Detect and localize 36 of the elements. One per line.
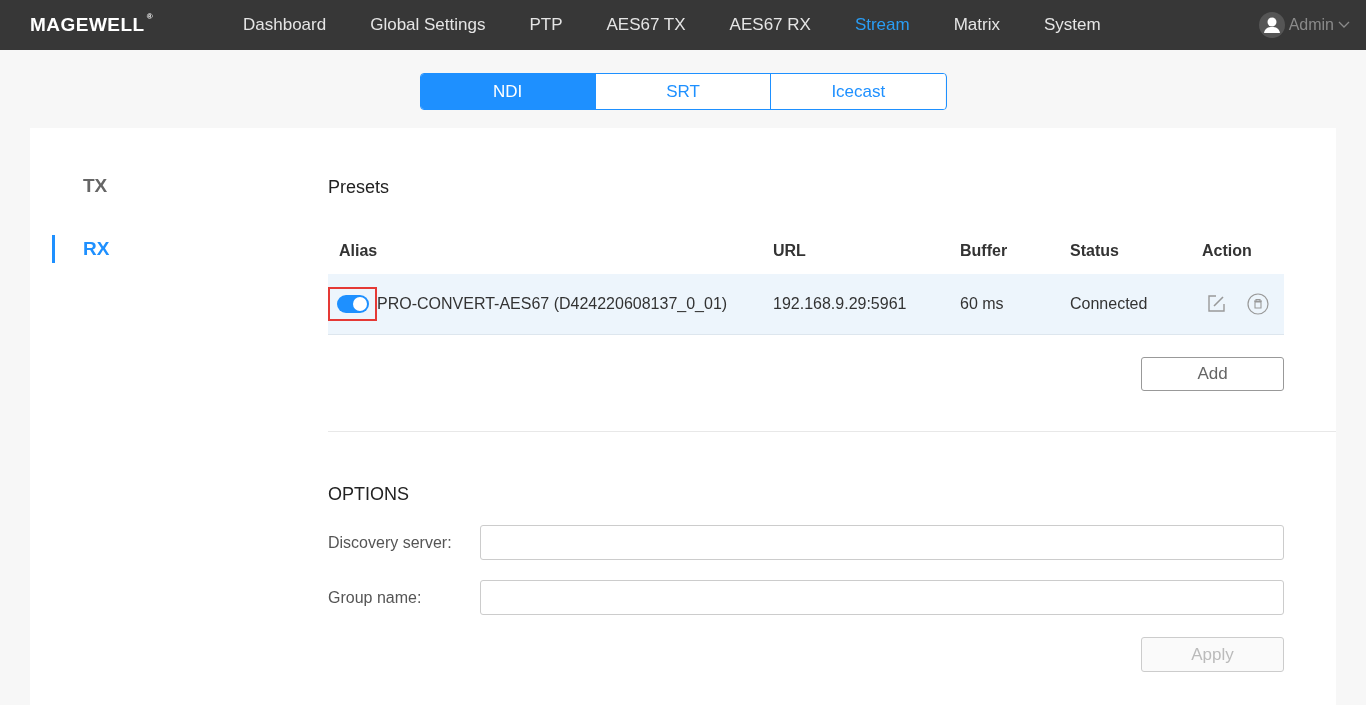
nav-link[interactable]: Global Settings [370,12,486,38]
field-label: Discovery server: [328,532,453,553]
table-cell-text: PRO-CONVERT-AES67 (D424220608137_0_01) [377,294,728,314]
nav-link[interactable]: AES67 RX [729,12,811,38]
section-title: Presets [328,176,391,199]
column-header: Action [1202,241,1253,261]
nav-link[interactable]: System [1043,12,1101,38]
table-cell-text: 60 ms [960,294,1005,314]
tab[interactable]: NDI [420,74,595,109]
input-field[interactable] [480,580,1284,615]
table-cell-text: 192.168.9.29:5961 [773,294,908,314]
tab[interactable]: SRT [594,74,771,109]
nav-link[interactable]: AES67 TX [606,12,686,38]
column-header: Alias [338,241,379,261]
nav-link[interactable]: PTP [529,12,563,38]
section-title: OPTIONS [328,483,410,506]
edit-icon[interactable] [1206,294,1226,314]
column-header: URL [773,241,807,261]
brand-logo: MAGEWELL® [30,10,154,37]
column-header: Buffer [960,241,1009,261]
delete-icon[interactable] [1247,293,1269,315]
field-label: Group name: [328,587,423,608]
side-nav-item[interactable]: RX [83,234,110,264]
nav-link[interactable]: Matrix [953,12,1000,38]
user-menu[interactable]: Admin [1288,13,1334,37]
chevron-down-icon [1338,21,1350,29]
side-nav-item[interactable]: TX [83,171,108,201]
table-cell-text: Connected [1070,294,1149,314]
column-header: Status [1070,241,1120,261]
nav-link[interactable]: Stream [854,12,910,38]
tab[interactable]: Icecast [770,74,946,109]
nav-link[interactable]: Dashboard [243,12,327,38]
add-button[interactable]: Add [1141,357,1284,391]
toggle-switch[interactable] [336,295,369,313]
user-avatar-icon [1258,12,1285,38]
input-field[interactable] [480,525,1284,560]
